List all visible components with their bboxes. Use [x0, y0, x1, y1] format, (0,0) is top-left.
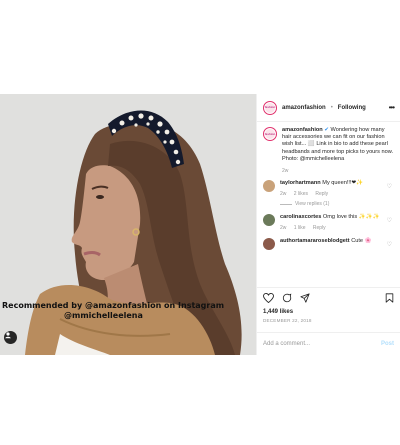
- comment-likes[interactable]: 1 like: [294, 225, 306, 231]
- comment-body: carolinaxcortes Omg love this ✨✨✨ 2w 1 l…: [280, 214, 380, 232]
- view-replies-label: View replies (1): [295, 201, 330, 208]
- reply-button[interactable]: Reply: [315, 191, 328, 197]
- comment-like-heart-icon[interactable]: ♡: [387, 217, 392, 224]
- comment-time: 2w: [280, 225, 287, 232]
- comment-avatar[interactable]: [263, 180, 275, 193]
- post-comment-button[interactable]: Post: [381, 341, 394, 347]
- comment-item: carolinaxcortes Omg love this ✨✨✨ 2w 1 l…: [263, 214, 394, 232]
- post-actions: 1,449 likes DECEMBER 22, 2018: [257, 287, 400, 323]
- comment-bubble-icon[interactable]: [282, 293, 292, 305]
- post-photo[interactable]: Recommended by @amazonfashion on Instagr…: [0, 94, 256, 355]
- comment-text: My queen!!!❤✨: [322, 180, 364, 187]
- comment-item: taylorhartmann My queen!!!❤✨ 2w 2 likes …: [263, 180, 394, 208]
- verified-badge-icon: ✔: [324, 127, 329, 133]
- caption-text-block: amazonfashion ✔ Wondering how many hair …: [282, 127, 394, 163]
- comment-username[interactable]: carolinaxcortes: [280, 214, 321, 220]
- likes-count[interactable]: 1,449 likes: [263, 309, 394, 315]
- caption-logo: fashion: [265, 129, 275, 139]
- amazonfashion-avatar[interactable]: fashion: [263, 100, 277, 115]
- add-comment-input[interactable]: Add a comment...: [263, 341, 310, 347]
- comment-body: authortamararoseblodgett Cute 🌸: [280, 238, 380, 250]
- overlay-line-1: Recommended by @amazonfashion on Instagr…: [2, 301, 225, 310]
- comment-likes[interactable]: 2 likes: [294, 191, 308, 197]
- photo-caption-overlay: Recommended by @amazonfashion on Instagr…: [0, 301, 256, 321]
- post-date: DECEMBER 22, 2018: [263, 318, 312, 323]
- comment-meta: 2w 2 likes Reply: [280, 191, 380, 198]
- caption-time: 2w: [282, 168, 289, 175]
- caption: fashion amazonfashion ✔ Wondering how ma…: [263, 127, 394, 163]
- more-options-icon[interactable]: •••: [389, 103, 395, 112]
- caption-avatar[interactable]: fashion: [263, 127, 277, 141]
- share-send-icon[interactable]: [300, 293, 310, 305]
- comment-body: taylorhartmann My queen!!!❤✨ 2w 2 likes …: [280, 180, 380, 208]
- comment-text: Omg love this ✨✨✨: [322, 214, 380, 221]
- reply-button[interactable]: Reply: [313, 225, 326, 231]
- post-header: fashion amazonfashion • Following •••: [257, 94, 400, 122]
- replies-dash: [280, 204, 292, 206]
- comment-text: Cute 🌸: [351, 238, 372, 245]
- amazonfashion-logo: fashion: [265, 102, 275, 113]
- add-comment-bar: Add a comment... Post: [257, 332, 400, 355]
- view-replies[interactable]: View replies (1): [280, 201, 380, 208]
- header-username[interactable]: amazonfashion: [282, 105, 326, 111]
- action-icons: [263, 292, 394, 306]
- comment-like-heart-icon[interactable]: ♡: [387, 183, 392, 190]
- separator-dot: •: [330, 104, 333, 111]
- comment-username[interactable]: taylorhartmann: [280, 180, 321, 186]
- comments-section: fashion amazonfashion ✔ Wondering how ma…: [257, 122, 400, 251]
- tagged-user-icon[interactable]: [4, 331, 17, 344]
- comment-avatar[interactable]: [263, 238, 275, 251]
- comment-avatar[interactable]: [263, 214, 275, 227]
- bookmark-save-icon[interactable]: [385, 293, 394, 305]
- like-heart-icon[interactable]: [263, 292, 274, 305]
- caption-username[interactable]: amazonfashion: [282, 127, 323, 133]
- overlay-line-2: @mmichelleelena: [64, 311, 143, 320]
- comment-username[interactable]: authortamararoseblodgett: [280, 238, 350, 244]
- following-button[interactable]: Following: [338, 105, 366, 111]
- comment-item: authortamararoseblodgett Cute 🌸 ♡: [263, 238, 394, 251]
- comment-meta: 2w 1 like Reply: [280, 225, 380, 232]
- comment-time: 2w: [280, 191, 287, 198]
- instagram-post: Recommended by @amazonfashion on Instagr…: [0, 94, 400, 355]
- post-sidebar: fashion amazonfashion • Following ••• fa…: [256, 94, 400, 355]
- comment-like-heart-icon[interactable]: ♡: [387, 241, 392, 248]
